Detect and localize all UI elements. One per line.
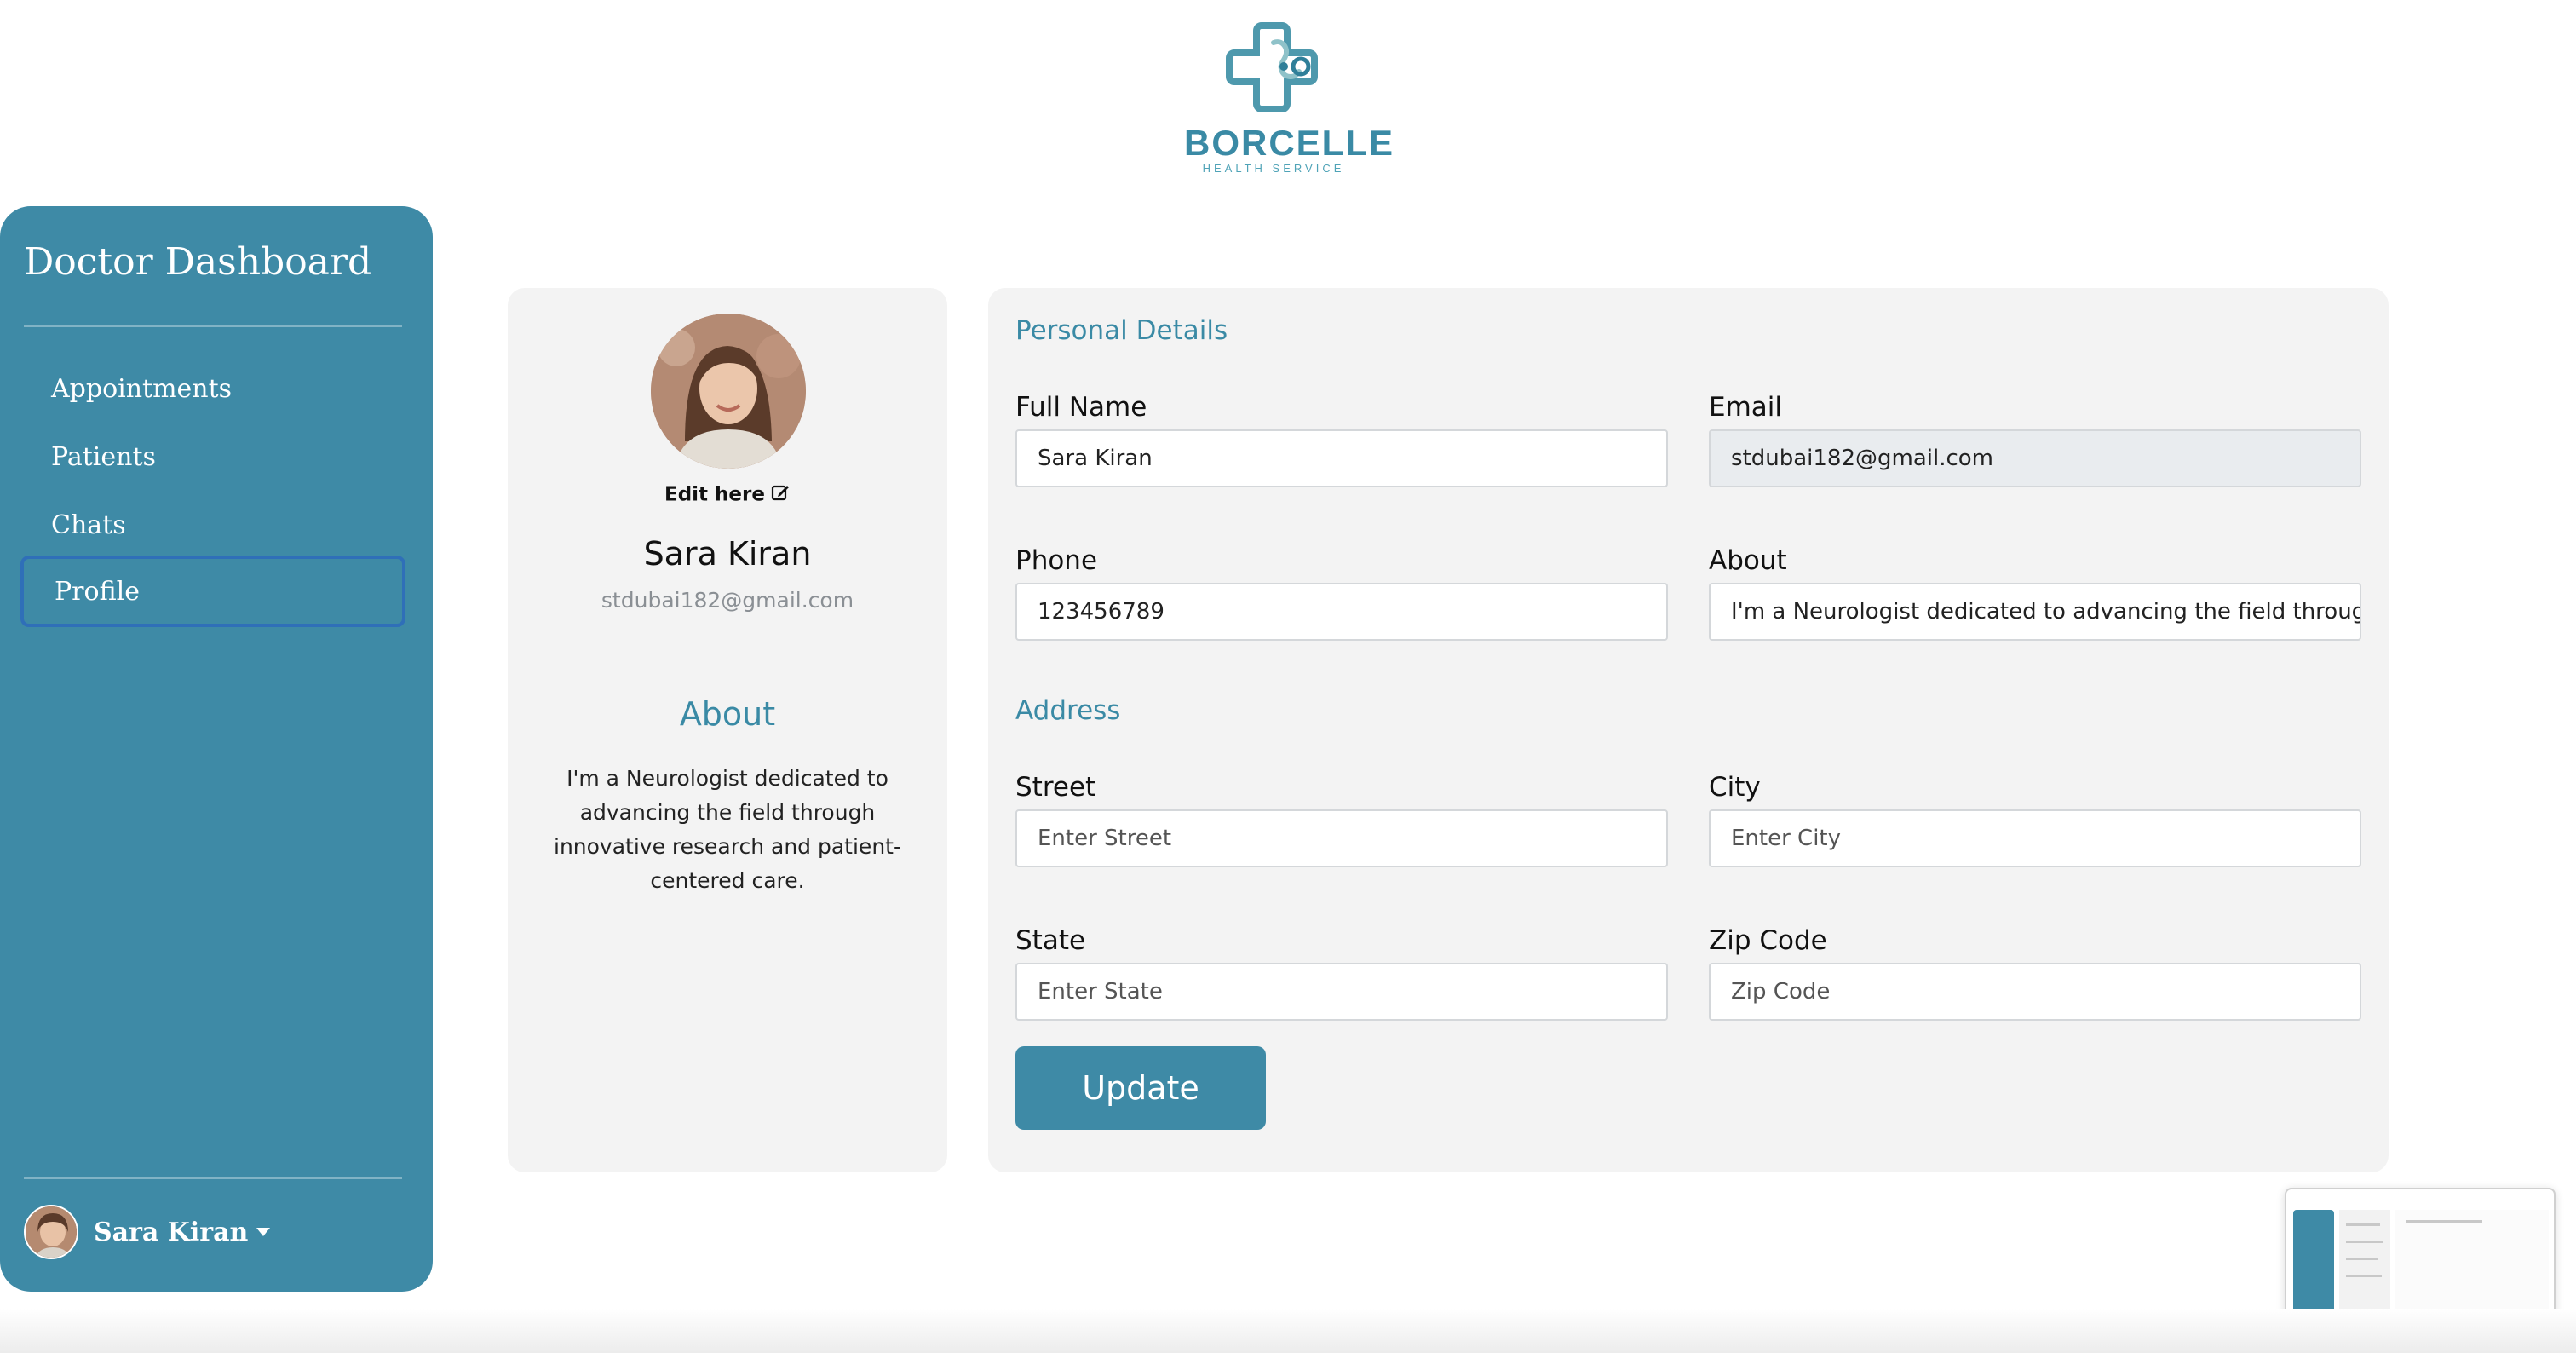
phone-field[interactable]: 123456789: [1015, 583, 1668, 641]
sidebar-item-appointments[interactable]: Appointments: [20, 353, 405, 424]
street-field[interactable]: Enter Street: [1015, 809, 1668, 867]
full-name-field[interactable]: Sara Kiran: [1015, 429, 1668, 487]
user-name: Sara Kiran: [94, 1217, 249, 1247]
about-text: I'm a Neurologist dedicated to advancing…: [554, 766, 901, 893]
city-field[interactable]: Enter City: [1709, 809, 2361, 867]
address-heading: Address: [1015, 695, 1121, 726]
personal-details-heading: Personal Details: [1015, 315, 1228, 346]
sidebar-item-chats[interactable]: Chats: [20, 489, 405, 561]
full-name-label: Full Name: [1015, 392, 1147, 423]
zip-code-field[interactable]: Zip Code: [1709, 963, 2361, 1021]
phone-label: Phone: [1015, 545, 1098, 576]
sidebar-item-patients[interactable]: Patients: [20, 421, 405, 492]
profile-name: Sara Kiran: [643, 535, 812, 573]
sidebar-title: Doctor Dashboard: [24, 240, 372, 284]
profile-photo: [651, 314, 806, 469]
thumbnail-line: [2346, 1258, 2378, 1260]
profile-card: Edit here Sara Kiran stdubai182@gmail.co…: [508, 288, 947, 1172]
update-button[interactable]: Update: [1015, 1046, 1266, 1130]
edit-icon[interactable]: [770, 482, 791, 508]
brand-logo: BORCELLE HEALTH SERVICE: [1184, 17, 1394, 187]
zip-code-label: Zip Code: [1709, 925, 1827, 956]
sidebar-divider-bottom: [24, 1177, 402, 1179]
city-label: City: [1709, 772, 1761, 803]
sidebar: Doctor Dashboard Appointments Patients C…: [0, 206, 433, 1292]
personal-details-card: Personal Details Full Name Sara Kiran Em…: [988, 288, 2389, 1172]
avatar: [24, 1205, 78, 1259]
thumbnail-line: [2346, 1275, 2382, 1277]
about-field[interactable]: I'm a Neurologist dedicated to advancing…: [1709, 583, 2361, 641]
thumbnail-line: [2406, 1220, 2482, 1223]
street-label: Street: [1015, 772, 1096, 803]
sidebar-divider: [24, 325, 402, 327]
email-field[interactable]: stdubai182@gmail.com: [1709, 429, 2361, 487]
brand-tagline: HEALTH SERVICE: [1202, 162, 1345, 175]
edit-label: Edit here: [664, 483, 765, 506]
user-menu[interactable]: Sara Kiran: [24, 1205, 271, 1259]
profile-email: stdubai182@gmail.com: [601, 588, 854, 613]
sidebar-item-profile[interactable]: Profile: [20, 556, 405, 627]
brand-name: BORCELLE: [1184, 123, 1394, 163]
edit-photo-link[interactable]: Edit here: [508, 482, 947, 508]
thumbnail-line: [2346, 1241, 2383, 1243]
state-label: State: [1015, 925, 1086, 956]
screen-bottom-edge: [0, 1309, 2576, 1353]
chevron-down-icon[interactable]: [256, 1228, 271, 1236]
medical-cross-icon: [1226, 22, 1318, 112]
state-field[interactable]: Enter State: [1015, 963, 1668, 1021]
email-label: Email: [1709, 392, 1783, 423]
thumbnail-line: [2346, 1223, 2380, 1226]
about-heading: About: [679, 695, 776, 733]
about-label: About: [1709, 545, 1787, 576]
